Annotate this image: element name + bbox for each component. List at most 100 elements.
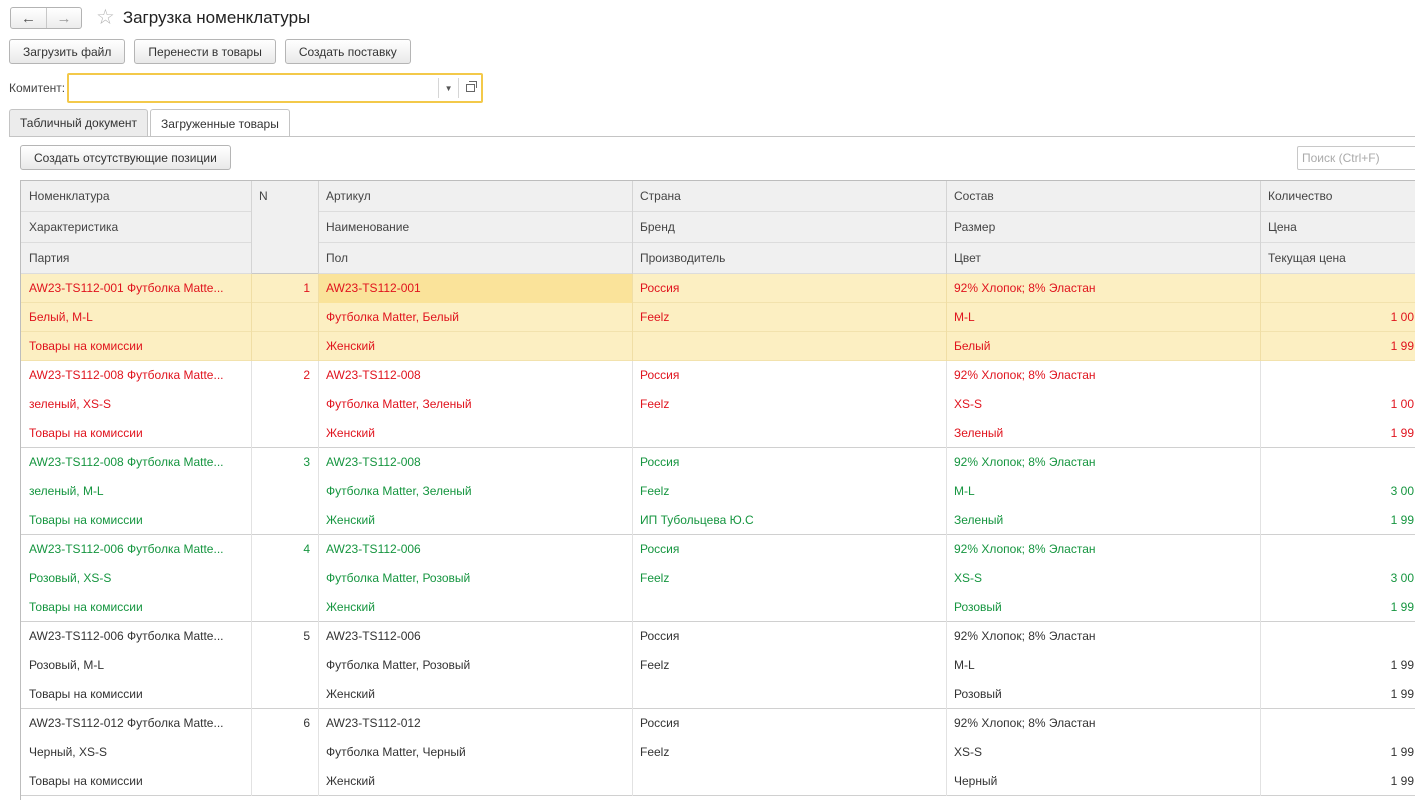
cell-country[interactable]: Россия	[632, 535, 946, 564]
cell-name[interactable]: Футболка Matter, Белый	[318, 303, 632, 332]
table-row[interactable]: AW23-TS112-012 Футболка Matte... 6 AW23-…	[21, 709, 1415, 796]
cell-n[interactable]: 2	[251, 361, 318, 390]
cell-brand[interactable]: Feelz	[632, 651, 946, 680]
header-composition[interactable]: Состав	[946, 181, 1260, 212]
cell-n[interactable]: 3	[251, 448, 318, 477]
cell-name[interactable]: Футболка Matter, Розовый	[318, 651, 632, 680]
cell-gender[interactable]: Женский	[318, 419, 632, 448]
cell-article[interactable]: AW23-TS112-006	[318, 535, 632, 564]
cell-price[interactable]: 1 99	[1260, 738, 1414, 767]
cell-size[interactable]: M-L	[946, 651, 1260, 680]
cell-country[interactable]: Россия	[632, 709, 946, 738]
cell-n[interactable]: 5	[251, 622, 318, 651]
cell-color[interactable]: Зеленый	[946, 506, 1260, 535]
cell-price[interactable]: 3 00	[1260, 477, 1414, 506]
cell-nomenclature[interactable]: AW23-TS112-006 Футболка Matte...	[21, 535, 251, 564]
cell-brand[interactable]: Feelz	[632, 390, 946, 419]
cell-gender[interactable]: Женский	[318, 506, 632, 535]
back-arrow-icon[interactable]: ←	[11, 8, 46, 28]
cell-n[interactable]: 6	[251, 709, 318, 738]
cell-brand[interactable]: Feelz	[632, 738, 946, 767]
cell-current-price[interactable]: 1 99	[1260, 332, 1414, 361]
cell-composition[interactable]: 92% Хлопок; 8% Эластан	[946, 274, 1260, 303]
cell-price[interactable]: 1 99	[1260, 651, 1414, 680]
cell-name[interactable]: Футболка Matter, Черный	[318, 738, 632, 767]
cell-price[interactable]: 1 00	[1260, 303, 1414, 332]
cell-manufacturer[interactable]	[632, 593, 946, 622]
header-article[interactable]: Артикул	[318, 181, 632, 212]
header-nomenclature[interactable]: Номенклатура	[21, 181, 251, 212]
cell-current-price[interactable]: 1 99	[1260, 767, 1414, 796]
header-batch[interactable]: Партия	[21, 243, 251, 274]
dropdown-arrow-icon[interactable]: ▼	[439, 78, 460, 98]
cell-batch[interactable]: Товары на комиссии	[21, 506, 251, 535]
cell-article[interactable]: AW23-TS112-008	[318, 361, 632, 390]
cell-color[interactable]: Зеленый	[946, 419, 1260, 448]
table-row[interactable]: AW23-TS112-006 Футболка Matte... 5 AW23-…	[21, 622, 1415, 709]
cell-composition[interactable]: 92% Хлопок; 8% Эластан	[946, 622, 1260, 651]
cell-manufacturer[interactable]	[632, 419, 946, 448]
cell-article[interactable]: AW23-TS112-006	[318, 622, 632, 651]
cell-brand[interactable]: Feelz	[632, 303, 946, 332]
cell-name[interactable]: Футболка Matter, Зеленый	[318, 477, 632, 506]
cell-quantity[interactable]	[1260, 622, 1414, 651]
cell-n[interactable]: 1	[251, 274, 318, 303]
cell-size[interactable]: XS-S	[946, 564, 1260, 593]
cell-quantity[interactable]	[1260, 535, 1414, 564]
cell-characteristic[interactable]: Белый, M-L	[21, 303, 251, 332]
cell-quantity[interactable]	[1260, 361, 1414, 390]
cell-price[interactable]: 1 00	[1260, 390, 1414, 419]
cell-brand[interactable]: Feelz	[632, 564, 946, 593]
cell-composition[interactable]: 92% Хлопок; 8% Эластан	[946, 709, 1260, 738]
cell-current-price[interactable]: 1 99	[1260, 419, 1414, 448]
cell-nomenclature[interactable]: AW23-TS112-008 Футболка Matte...	[21, 361, 251, 390]
header-n[interactable]: N	[251, 181, 318, 274]
cell-gender[interactable]: Женский	[318, 332, 632, 361]
cell-article[interactable]: AW23-TS112-012	[318, 709, 632, 738]
cell-article[interactable]: AW23-TS112-001	[318, 274, 632, 303]
table-row[interactable]: AW23-TS112-001 Футболка Matte... 1 AW23-…	[21, 274, 1415, 361]
header-gender[interactable]: Пол	[318, 243, 632, 274]
move-to-goods-button[interactable]: Перенести в товары	[134, 39, 276, 64]
cell-manufacturer[interactable]	[632, 332, 946, 361]
cell-composition[interactable]: 92% Хлопок; 8% Эластан	[946, 535, 1260, 564]
cell-current-price[interactable]: 1 99	[1260, 680, 1414, 709]
cell-composition[interactable]: 92% Хлопок; 8% Эластан	[946, 361, 1260, 390]
header-price[interactable]: Цена	[1260, 212, 1415, 243]
favorite-star-icon[interactable]: ☆	[96, 7, 115, 29]
cell-size[interactable]: M-L	[946, 477, 1260, 506]
cell-composition[interactable]: 92% Хлопок; 8% Эластан	[946, 448, 1260, 477]
header-quantity[interactable]: Количество	[1260, 181, 1415, 212]
cell-characteristic[interactable]: Черный, XS-S	[21, 738, 251, 767]
create-missing-positions-button[interactable]: Создать отсутствующие позиции	[20, 145, 231, 170]
cell-nomenclature[interactable]: AW23-TS112-006 Футболка Matte...	[21, 622, 251, 651]
cell-size[interactable]: XS-S	[946, 738, 1260, 767]
cell-batch[interactable]: Товары на комиссии	[21, 767, 251, 796]
open-form-icon[interactable]	[459, 75, 481, 101]
cell-current-price[interactable]: 1 99	[1260, 593, 1414, 622]
create-supply-button[interactable]: Создать поставку	[284, 39, 411, 64]
cell-characteristic[interactable]: зеленый, XS-S	[21, 390, 251, 419]
cell-batch[interactable]: Товары на комиссии	[21, 593, 251, 622]
cell-manufacturer[interactable]	[632, 767, 946, 796]
cell-current-price[interactable]: 1 99	[1260, 506, 1414, 535]
table-row[interactable]: AW23-TS112-008 Футболка Matte... 3 AW23-…	[21, 448, 1415, 535]
cell-name[interactable]: Футболка Matter, Розовый	[318, 564, 632, 593]
header-current-price[interactable]: Текущая цена	[1260, 243, 1415, 274]
cell-quantity[interactable]	[1260, 448, 1414, 477]
header-color[interactable]: Цвет	[946, 243, 1260, 274]
cell-country[interactable]: Россия	[632, 622, 946, 651]
search-input[interactable]: Поиск (Ctrl+F)	[1297, 146, 1415, 170]
cell-color[interactable]: Розовый	[946, 680, 1260, 709]
header-brand[interactable]: Бренд	[632, 212, 946, 243]
cell-gender[interactable]: Женский	[318, 767, 632, 796]
komitent-field[interactable]: ▼	[67, 73, 484, 103]
tab-table-document[interactable]: Табличный документ	[9, 109, 149, 136]
cell-batch[interactable]: Товары на комиссии	[21, 680, 251, 709]
header-manufacturer[interactable]: Производитель	[632, 243, 946, 274]
cell-nomenclature[interactable]: AW23-TS112-008 Футболка Matte...	[21, 448, 251, 477]
cell-characteristic[interactable]: Розовый, XS-S	[21, 564, 251, 593]
cell-color[interactable]: Белый	[946, 332, 1260, 361]
cell-gender[interactable]: Женский	[318, 593, 632, 622]
header-country[interactable]: Страна	[632, 181, 946, 212]
